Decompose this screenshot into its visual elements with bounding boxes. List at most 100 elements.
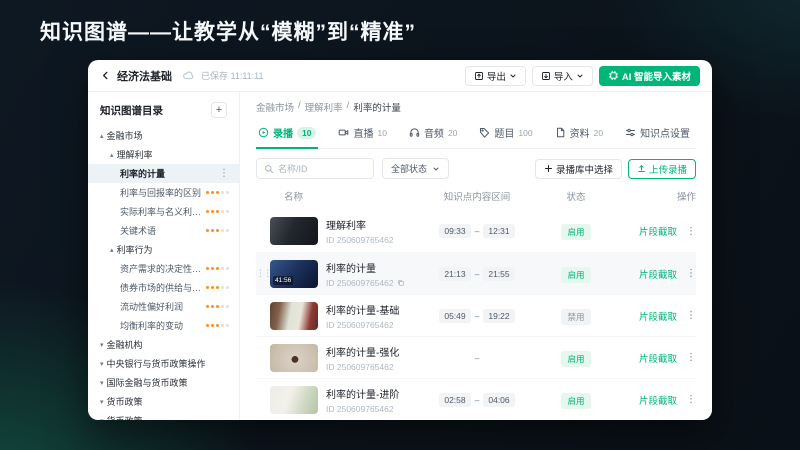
tab-count-badge: 10 [377,127,387,138]
row-menu-icon[interactable]: ⋮ [686,268,696,279]
tab-音频[interactable]: 音频 20 [407,123,459,148]
breadcrumb-segment[interactable]: 金融市场 [256,100,294,114]
tree-item-label: 均衡利率的变动 [120,321,184,331]
filter-row: 全部状态 录播库中选择 上传录播 [256,158,696,179]
video-thumbnail[interactable] [270,217,318,245]
tab-题目[interactable]: 题目 100 [477,123,534,148]
clip-extract-link[interactable]: 片段截取 [639,351,677,365]
tab-知识点设置[interactable]: 知识点设置 [623,123,692,148]
clip-extract-link[interactable]: 片段截取 [639,393,677,407]
tab-label: 音频 [423,129,444,140]
export-button[interactable]: 导出 [464,65,526,86]
tab-直播[interactable]: 直播 10 [336,123,388,148]
breadcrumb-segment: 利率的计量 [353,103,401,114]
tree-item-label: 货币政策 [107,414,143,420]
progress-dots [206,191,229,194]
video-title: 利率的计量-进阶 [326,389,400,401]
content-interval: – [410,353,544,363]
clip-extract-link[interactable]: 片段截取 [639,224,677,238]
video-duration: 41:56 [273,275,294,285]
tree-item[interactable]: 资产需求的决定性因素 [88,259,239,278]
progress-dots [206,324,229,327]
expand-caret-icon[interactable]: ▾ [100,417,104,421]
tree-item[interactable]: 流动性偏好利润 [88,297,239,316]
progress-dots [206,229,229,232]
clip-extract-link[interactable]: 片段截取 [639,309,677,323]
plus-icon [544,164,552,173]
tree-item-label: 利率行为 [116,245,153,255]
status-badge: 启用 [561,224,591,240]
breadcrumb: 金融市场 / 理解利率 / 利率的计量 [256,100,696,114]
tab-资料[interactable]: 资料 20 [553,123,605,148]
video-thumbnail[interactable] [270,343,318,372]
interval-empty: – [474,352,480,363]
row-menu-icon[interactable]: ⋮ [686,352,696,363]
tree-item[interactable]: ▴ 金融市场 [88,126,239,145]
export-icon [474,71,483,80]
tree-item[interactable]: 均衡利率的变动 [88,316,239,335]
tree-item-label: 资产需求的决定性因素 [120,264,206,274]
ai-import-button[interactable]: AI 智能导入素材 [598,65,700,86]
tree-item[interactable]: ▾ 国际金融与货币政策 [88,373,239,392]
tree-item[interactable]: ▴ 利率行为 [88,240,239,259]
tree-item[interactable]: ▾货币政策 [88,392,239,411]
row-menu-icon[interactable]: ⋮ [686,226,696,237]
content-interval: 09:33–12:31 [410,224,544,238]
status-filter-select[interactable]: 全部状态 [382,158,450,179]
expand-caret-icon[interactable]: ▾ [100,360,104,368]
tree-item[interactable]: ▾ 金融机构 [88,335,239,354]
video-id: ID 250609765462 [326,235,394,245]
progress-dots [206,210,229,213]
collapse-caret-icon[interactable]: ▴ [100,132,104,140]
tab-录播[interactable]: 录播 10 [256,123,319,149]
camera-icon [338,127,349,138]
breadcrumb-separator: / [298,100,301,111]
interval-start: 21:13 [439,266,471,281]
row-menu-icon[interactable]: ⋮ [686,394,696,405]
collapse-caret-icon[interactable]: ▴ [110,246,114,254]
main-content: 金融市场 / 理解利率 / 利率的计量 录播 10 直播 10 音频 20 题目 100 资料 20 知识点… [240,92,712,420]
video-thumbnail[interactable] [270,385,318,414]
tree-item[interactable]: 利率的计量 ⋮ [88,164,239,183]
search-box[interactable] [256,158,374,179]
breadcrumb-segment[interactable]: 理解利率 [305,100,343,114]
tree-item[interactable]: 债券市场的供给与需求 [88,278,239,297]
tree-item-label: 理解利率 [116,150,153,160]
interval-start: 09:33 [439,224,471,238]
video-id: ID 250609765462 [326,277,394,288]
tab-count-badge: 20 [447,127,458,138]
tree-item[interactable]: ▴ 理解利率 [88,145,239,164]
select-from-library-button[interactable]: 录播库中选择 [534,158,622,179]
expand-caret-icon[interactable]: ▾ [100,341,104,349]
window-header: 经济法基础 已保存 11:11:11 导出 导入 AI 智能导入素材 [88,60,712,92]
table-row: ⋮⋮利率的计量-强化ID 250609765462–启用片段截取⋮ [256,336,696,378]
search-icon [265,164,274,173]
collapse-caret-icon[interactable]: ▴ [110,151,114,159]
back-icon[interactable] [100,70,111,81]
tree-item[interactable]: ▾货币政策 [88,411,239,420]
row-menu-icon[interactable]: ⋮ [686,310,696,321]
progress-dots [206,267,229,270]
tree-item[interactable]: ▾ 中央银行与货币政策操作 [88,354,239,373]
video-thumbnail[interactable]: 41:56 [270,259,318,288]
tree-item[interactable]: 利率与回报率的区别 [88,183,239,202]
progress-dots [206,286,229,289]
tree-item-label: 关键术语 [120,226,157,236]
tree-item-menu-icon[interactable]: ⋮ [219,168,229,179]
tree-item-label: 货币政策 [106,397,143,407]
add-node-button[interactable]: + [211,102,227,118]
expand-caret-icon[interactable]: ▾ [100,379,104,387]
tree-item[interactable]: 关键术语 [88,221,239,240]
breadcrumb-separator: / [346,100,350,111]
import-button[interactable]: 导入 [531,65,593,86]
expand-caret-icon[interactable]: ▾ [100,398,104,406]
copy-icon[interactable] [397,279,405,287]
upload-recording-button[interactable]: 上传录播 [627,158,696,179]
video-thumbnail[interactable] [270,301,318,330]
tree-item-label: 债券市场的供给与需求 [120,283,206,293]
tree-item[interactable]: 实际利率与名义利率的区别 [88,202,239,221]
search-input[interactable] [278,163,366,174]
clip-extract-link[interactable]: 片段截取 [639,267,677,281]
drag-handle-icon[interactable]: ⋮⋮ [256,268,272,279]
video-id: ID 250609765462 [326,403,394,414]
